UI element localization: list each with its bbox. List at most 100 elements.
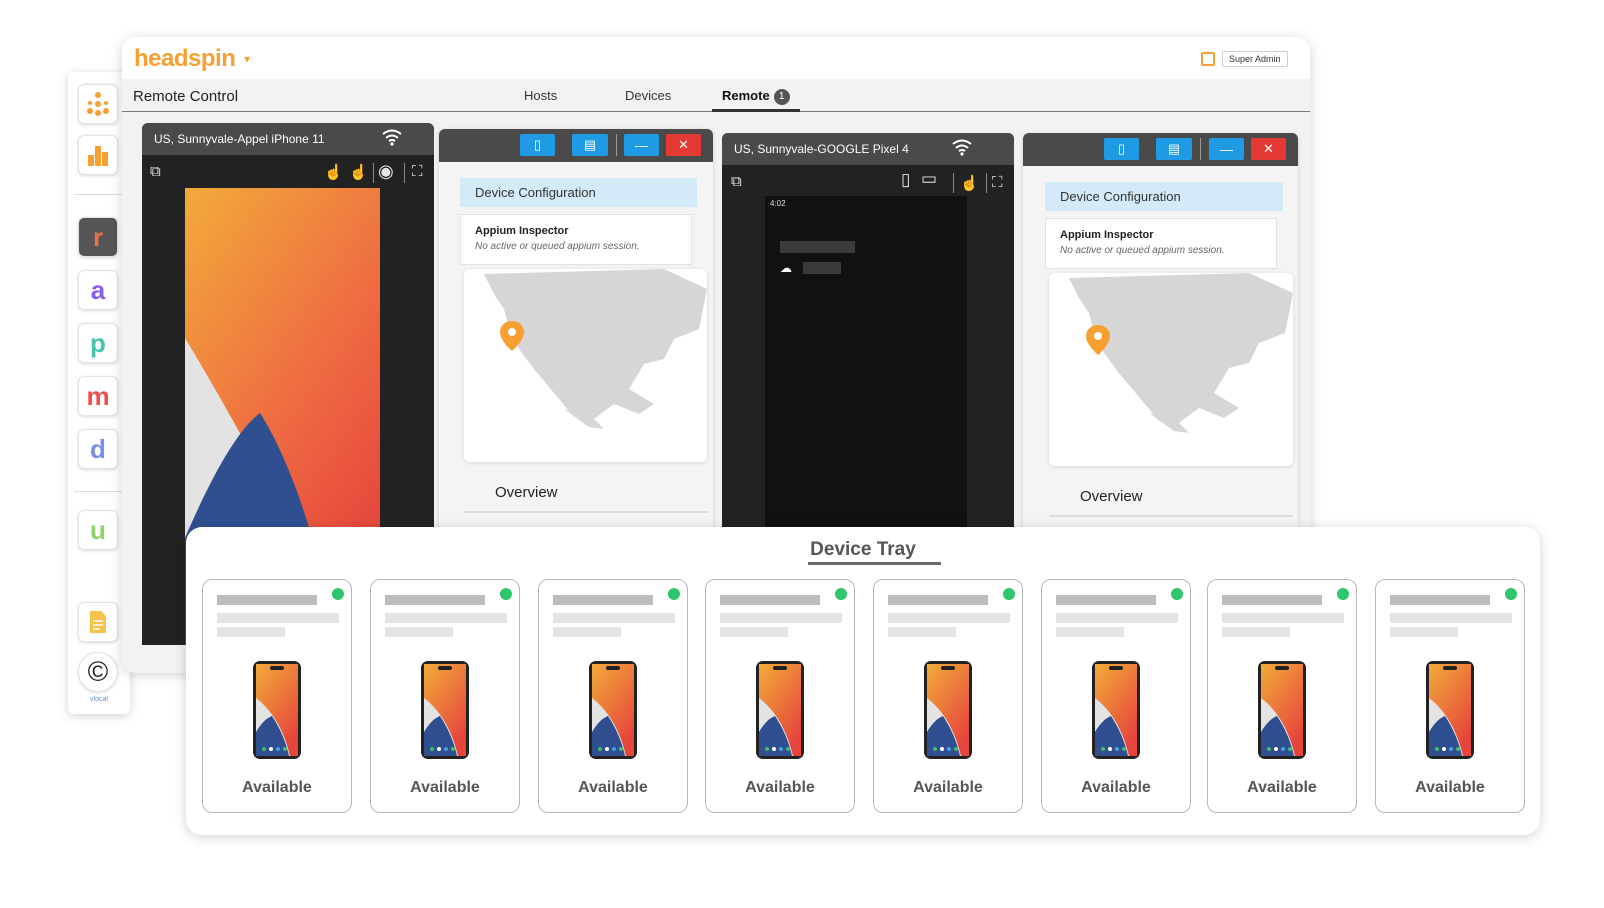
overview-label[interactable]: Overview: [1080, 488, 1143, 505]
appium-inspector-card[interactable]: Appium Inspector No active or queued app…: [1045, 218, 1277, 269]
location-map[interactable]: [1049, 273, 1293, 466]
availability-status: Available: [1247, 779, 1317, 796]
device-card-5[interactable]: Available: [873, 579, 1023, 813]
portrait-icon[interactable]: ▯: [901, 170, 910, 190]
nav-bar: Remote Control Hosts Devices Remote 1: [122, 79, 1310, 112]
device-panel-pixel: US, Sunnyvale-GOOGLE Pixel 4 ⧉ ▯ ▭ ☝ ⛶ 4…: [722, 133, 1014, 528]
phone-icon: [421, 661, 469, 759]
d-app-icon[interactable]: d: [78, 429, 118, 469]
screenshot-icon[interactable]: ▤: [1156, 138, 1192, 160]
exit-icon[interactable]: [1201, 52, 1215, 66]
tab-hosts[interactable]: Hosts: [524, 88, 557, 103]
phone-icon: [1092, 661, 1140, 759]
device-switch-icon[interactable]: ⧉: [731, 173, 742, 190]
config-panel-2: ▯ ▤ — ✕ Device Configuration Appium Insp…: [1023, 133, 1298, 529]
config-toolbar: ▯ ▤ — ✕: [1023, 133, 1298, 166]
device-card-7[interactable]: Available: [1207, 579, 1357, 813]
portrait-icon[interactable]: ▯: [520, 134, 555, 156]
appium-inspector-status: No active or queued appium session.: [475, 241, 640, 252]
device-card-2[interactable]: Available: [370, 579, 520, 813]
device-tray: Device Tray Available Available Availabl…: [186, 527, 1540, 835]
user-role-badge[interactable]: Super Admin: [1222, 51, 1288, 67]
device-name: US, Sunnyvale-GOOGLE Pixel 4: [734, 142, 909, 156]
availability-status: Available: [913, 779, 983, 796]
availability-status: Available: [1081, 779, 1151, 796]
available-status-dot: [1003, 588, 1015, 600]
minimize-button[interactable]: —: [624, 134, 659, 156]
device-configuration-header[interactable]: Device Configuration: [1045, 182, 1283, 211]
config-panel-1: ▯ ▤ — ✕ Device Configuration Appium Insp…: [439, 129, 713, 529]
device-switch-icon[interactable]: ⧉: [150, 163, 161, 180]
tap-gesture-icon[interactable]: ☝: [960, 174, 979, 192]
wifi-icon: [952, 139, 972, 156]
phone-icon: [924, 661, 972, 759]
chevron-down-icon[interactable]: ▾: [244, 52, 250, 66]
availability-status: Available: [745, 779, 815, 796]
swipe-gesture-icon[interactable]: ☝: [349, 163, 368, 181]
brand-label: vlocal: [90, 696, 108, 703]
headspin-logo[interactable]: headspin: [134, 45, 236, 73]
fullscreen-icon[interactable]: ⛶: [412, 163, 423, 180]
close-button[interactable]: ✕: [1251, 138, 1286, 160]
device-configuration-header[interactable]: Device Configuration: [460, 178, 697, 207]
p-app-icon[interactable]: p: [78, 323, 118, 363]
status-clock: 4:02: [770, 199, 786, 208]
document-icon[interactable]: [78, 602, 118, 642]
device-card-3[interactable]: Available: [538, 579, 688, 813]
portrait-icon[interactable]: ▯: [1104, 138, 1139, 160]
fullscreen-icon[interactable]: ⛶: [992, 174, 1003, 191]
appium-inspector-title: Appium Inspector: [1060, 229, 1154, 241]
tab-remote[interactable]: Remote 1: [722, 88, 790, 105]
m-app-icon[interactable]: m: [78, 376, 118, 416]
u-app-icon[interactable]: u: [78, 510, 118, 550]
network-icon[interactable]: [78, 84, 118, 124]
availability-status: Available: [578, 779, 648, 796]
copyright-icon[interactable]: ©: [78, 652, 118, 692]
appium-inspector-status: No active or queued appium session.: [1060, 245, 1225, 256]
available-status-dot: [668, 588, 680, 600]
available-status-dot: [1505, 588, 1517, 600]
device-card-8[interactable]: Available: [1375, 579, 1525, 813]
availability-status: Available: [1415, 779, 1485, 796]
screenshot-icon[interactable]: ▤: [572, 134, 608, 156]
r-app-icon[interactable]: r: [78, 217, 118, 257]
phone-icon: [589, 661, 637, 759]
landscape-icon[interactable]: ▭: [921, 169, 937, 189]
config-toolbar: ▯ ▤ — ✕: [439, 129, 713, 162]
overview-label[interactable]: Overview: [495, 484, 558, 501]
close-button[interactable]: ✕: [666, 134, 701, 156]
phone-icon: [756, 661, 804, 759]
device-name: US, Sunnyvale-Appel iPhone 11: [154, 132, 325, 146]
available-status-dot: [835, 588, 847, 600]
bar-chart-icon[interactable]: [78, 135, 118, 175]
appium-inspector-card[interactable]: Appium Inspector No active or queued app…: [460, 214, 692, 265]
available-status-dot: [500, 588, 512, 600]
active-tab-indicator: [712, 109, 800, 112]
cloud-icon: ☁: [780, 261, 792, 275]
available-status-dot: [1337, 588, 1349, 600]
a-app-icon[interactable]: a: [78, 270, 118, 310]
minimize-button[interactable]: —: [1209, 138, 1244, 160]
tap-gesture-icon[interactable]: ☝: [324, 163, 343, 181]
location-map[interactable]: [464, 269, 707, 462]
top-bar: headspin ▾ Super Admin: [122, 37, 1310, 79]
app-switcher-rail: r a p m d u © vlocal: [68, 72, 130, 714]
device-card-1[interactable]: Available: [202, 579, 352, 813]
availability-status: Available: [242, 779, 312, 796]
tab-devices[interactable]: Devices: [625, 88, 671, 103]
device-card-4[interactable]: Available: [705, 579, 855, 813]
page-title: Remote Control: [133, 88, 239, 105]
availability-status: Available: [410, 779, 480, 796]
eye-icon[interactable]: ◉: [378, 161, 394, 182]
available-status-dot: [332, 588, 344, 600]
phone-icon: [1258, 661, 1306, 759]
phone-icon: [1426, 661, 1474, 759]
available-status-dot: [1171, 588, 1183, 600]
tray-title-underline: [808, 562, 941, 565]
device-screen[interactable]: 4:02 ☁: [765, 196, 967, 528]
tab-count-badge: 1: [773, 89, 790, 105]
device-card-6[interactable]: Available: [1041, 579, 1191, 813]
device-tray-title: Device Tray: [810, 539, 916, 560]
wifi-icon: [382, 129, 402, 146]
phone-icon: [253, 661, 301, 759]
